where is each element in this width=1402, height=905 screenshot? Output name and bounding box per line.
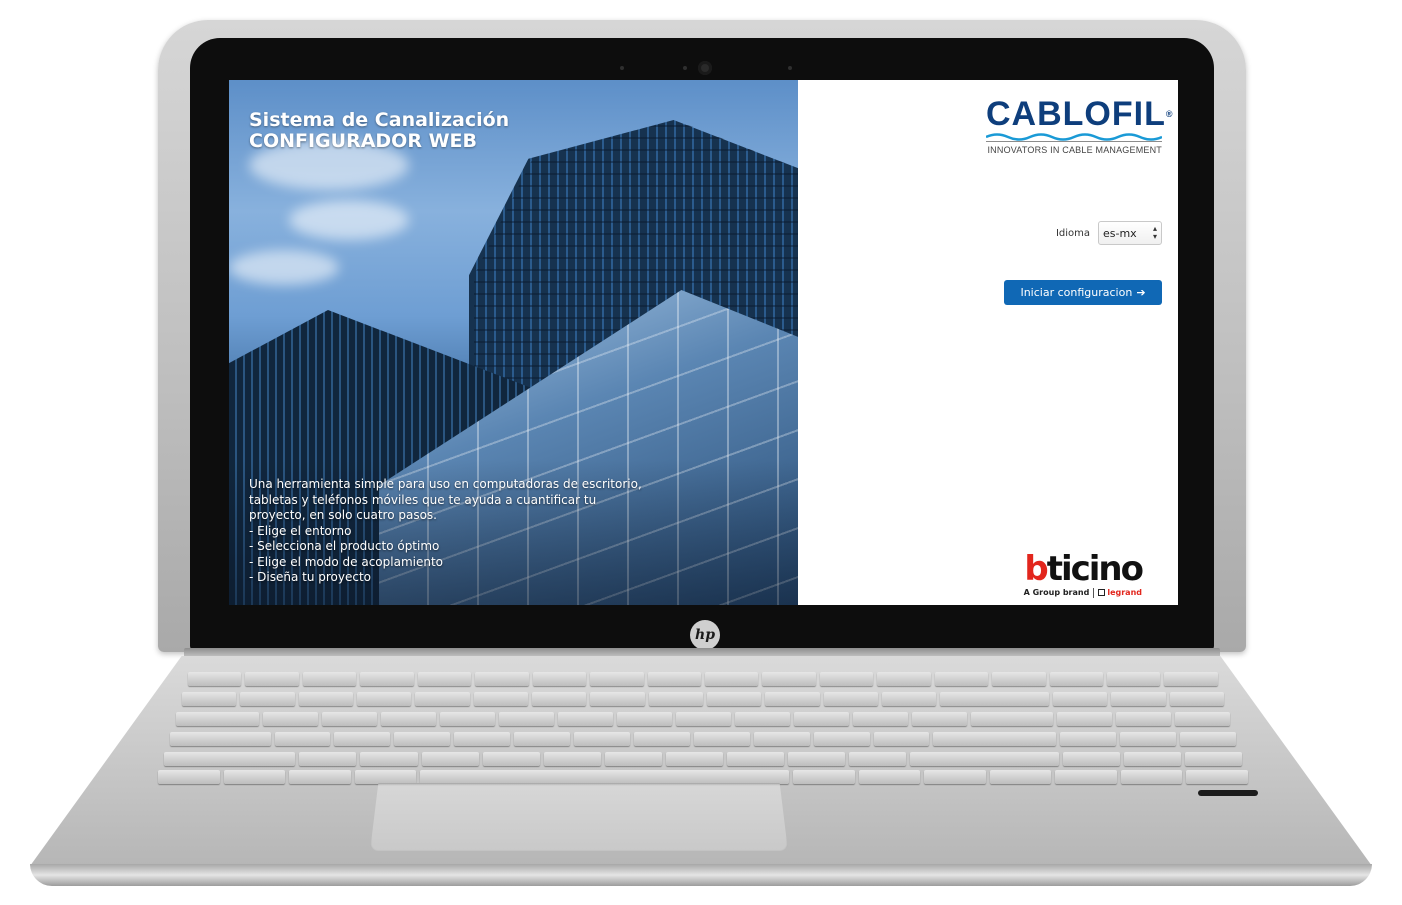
key-row [182, 692, 1224, 706]
brand-name: CABLOFIL® [986, 95, 1174, 133]
key-row [158, 770, 1249, 784]
config-panel: CABLOFIL® INNOVATORS IN CABLE MANAGEMENT… [798, 80, 1178, 605]
cloud [289, 200, 409, 240]
bticino-logo: bticino A Group brand legrand [996, 549, 1144, 598]
hp-logo: hp [690, 620, 720, 650]
key-row [176, 712, 1230, 726]
trademark-mark: ® [1165, 109, 1174, 119]
step-item: - Elige el modo de acoplamiento [249, 554, 444, 569]
language-selector-row: Idioma es-mx ▴ ▾ [1056, 221, 1162, 245]
app-screen: Sistema de Canalización CONFIGURADOR WEB… [229, 80, 1178, 605]
key-row [164, 752, 1242, 766]
start-button-label: Iniciar configuracion [1020, 286, 1133, 299]
hero-panel: Sistema de Canalización CONFIGURADOR WEB… [229, 80, 798, 605]
partner-name: bticino [1024, 549, 1144, 589]
touchpad [370, 783, 788, 851]
brand-tagline: INNOVATORS IN CABLE MANAGEMENT [986, 141, 1162, 156]
legrand-icon [1098, 589, 1106, 596]
hero-title-line1: Sistema de Canalización [249, 109, 510, 131]
start-configuration-button[interactable]: Iniciar configuracion ➔ [1004, 280, 1162, 305]
hero-title-line2: CONFIGURADOR WEB [249, 130, 477, 152]
select-caret-icon: ▴ ▾ [1152, 224, 1157, 241]
language-select[interactable]: es-mx ▴ ▾ [1098, 221, 1162, 245]
mic-dot [788, 66, 792, 70]
hero-title: Sistema de Canalización CONFIGURADOR WEB [249, 110, 509, 152]
cablofil-logo: CABLOFIL® INNOVATORS IN CABLE MANAGEMENT [986, 95, 1174, 156]
laptop-front-edge [30, 864, 1372, 886]
partner-subline: A Group brand legrand [996, 588, 1142, 598]
step-item: - Elige el entorno [249, 523, 352, 538]
key-row [188, 672, 1218, 686]
hero-description-text: Una herramienta simple para uso en compu… [249, 477, 642, 522]
hero-description: Una herramienta simple para uso en compu… [249, 477, 644, 586]
webcam [698, 61, 712, 75]
light-sensor [620, 66, 624, 70]
mic-dot [683, 66, 687, 70]
step-item: - Selecciona el producto óptimo [249, 539, 440, 553]
group-brand-text: A Group brand [1023, 588, 1090, 597]
legrand-logo: legrand [1093, 588, 1142, 598]
cloud [229, 250, 339, 285]
language-label: Idioma [1055, 227, 1090, 239]
arrow-right-icon: ➔ [1136, 286, 1146, 299]
fingerprint-reader [1198, 790, 1258, 796]
step-item: - Diseña tu proyecto [249, 570, 372, 584]
language-value: es-mx [1103, 226, 1137, 240]
key-row [170, 732, 1237, 746]
keyboard [158, 672, 1249, 784]
